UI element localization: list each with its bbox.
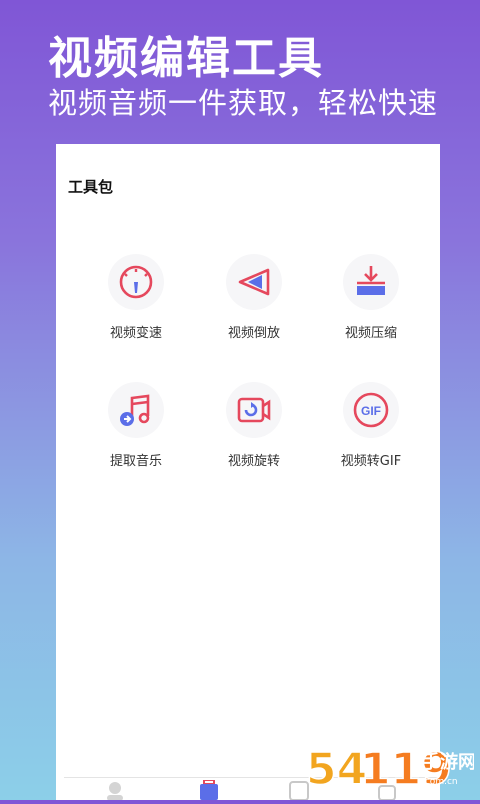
tool-label: 视频转GIF	[340, 454, 402, 469]
promo-subtitle: 视频音频一件获取，轻松快速	[48, 86, 439, 120]
gif-icon: GIF	[353, 392, 389, 428]
svg-text:手游网: 手游网	[422, 751, 474, 773]
compress-icon	[357, 266, 385, 295]
tool-label: 视频变速	[109, 326, 162, 341]
tool-label: 视频倒放	[227, 326, 280, 341]
section-title: 工具包	[68, 178, 114, 196]
app-screen: 工具包 视频变速 视频倒放 视频压缩 提取音乐 视频旋转 GIF 视频转GIF	[56, 144, 440, 801]
svg-text:54: 54	[306, 744, 367, 795]
tool-label: 视频旋转	[227, 454, 280, 469]
tab-profile[interactable]	[102, 780, 128, 801]
tab-toolbox[interactable]	[196, 779, 222, 800]
music-extract-icon	[120, 394, 150, 426]
tool-video-speed[interactable]: 视频变速	[81, 254, 191, 354]
tool-video-to-gif[interactable]: GIF 视频转GIF	[316, 382, 426, 482]
tool-label: 视频压缩	[344, 326, 397, 341]
reverse-play-icon	[238, 268, 270, 296]
tool-video-reverse[interactable]: 视频倒放	[199, 254, 309, 354]
tool-video-rotate[interactable]: 视频旋转	[199, 382, 309, 482]
toolbox-tab-icon	[200, 779, 218, 800]
site-watermark-logo: 54 119 手游网 .com.cn	[305, 743, 474, 796]
promo-title: 视频编辑工具	[48, 33, 324, 84]
tool-label: 提取音乐	[109, 454, 162, 469]
person-tab-icon	[107, 782, 123, 801]
svg-text:.com.cn: .com.cn	[422, 777, 458, 787]
tool-extract-music[interactable]: 提取音乐	[81, 382, 191, 482]
tool-video-compress[interactable]: 视频压缩	[316, 254, 426, 354]
rotate-video-icon	[237, 397, 271, 423]
speedometer-icon	[119, 265, 153, 299]
svg-text:GIF: GIF	[361, 404, 381, 418]
